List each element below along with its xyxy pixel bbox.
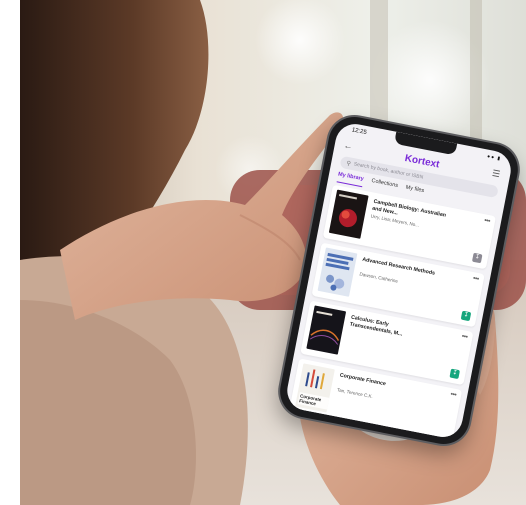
book-cover — [306, 305, 347, 355]
more-icon[interactable]: ••• — [483, 217, 490, 225]
more-icon[interactable]: ••• — [461, 333, 468, 341]
status-time: 12:25 — [351, 127, 368, 137]
system-icons: ●● ▮ — [486, 153, 502, 163]
menu-icon[interactable]: ☰ — [491, 168, 501, 180]
search-icon: ⚲ — [345, 160, 352, 168]
tab-my-files[interactable]: My files — [404, 185, 424, 199]
more-icon[interactable]: ••• — [450, 391, 457, 399]
book-cover: Corporate Finance — [295, 363, 335, 413]
tab-my-library[interactable]: My library — [336, 171, 365, 188]
book-title: Calculus: Early Transcendentals, M... — [349, 314, 403, 338]
tab-collections[interactable]: Collections — [370, 178, 399, 194]
book-cover — [328, 189, 369, 239]
more-icon[interactable]: ••• — [472, 275, 479, 283]
book-list: Campbell Biology: Australian and New... … — [288, 184, 497, 441]
book-cover — [317, 247, 358, 297]
download-icon[interactable]: ↧ — [471, 252, 483, 264]
app-title: Kortext — [403, 152, 441, 170]
download-icon[interactable]: ↧ — [449, 368, 460, 380]
download-icon[interactable]: ↧ — [460, 310, 472, 322]
back-arrow-icon[interactable]: ← — [343, 140, 354, 152]
photo-scene: 12:25 ●● ▮ ← Kortext ☰ ⚲ My library Coll… — [0, 0, 526, 505]
